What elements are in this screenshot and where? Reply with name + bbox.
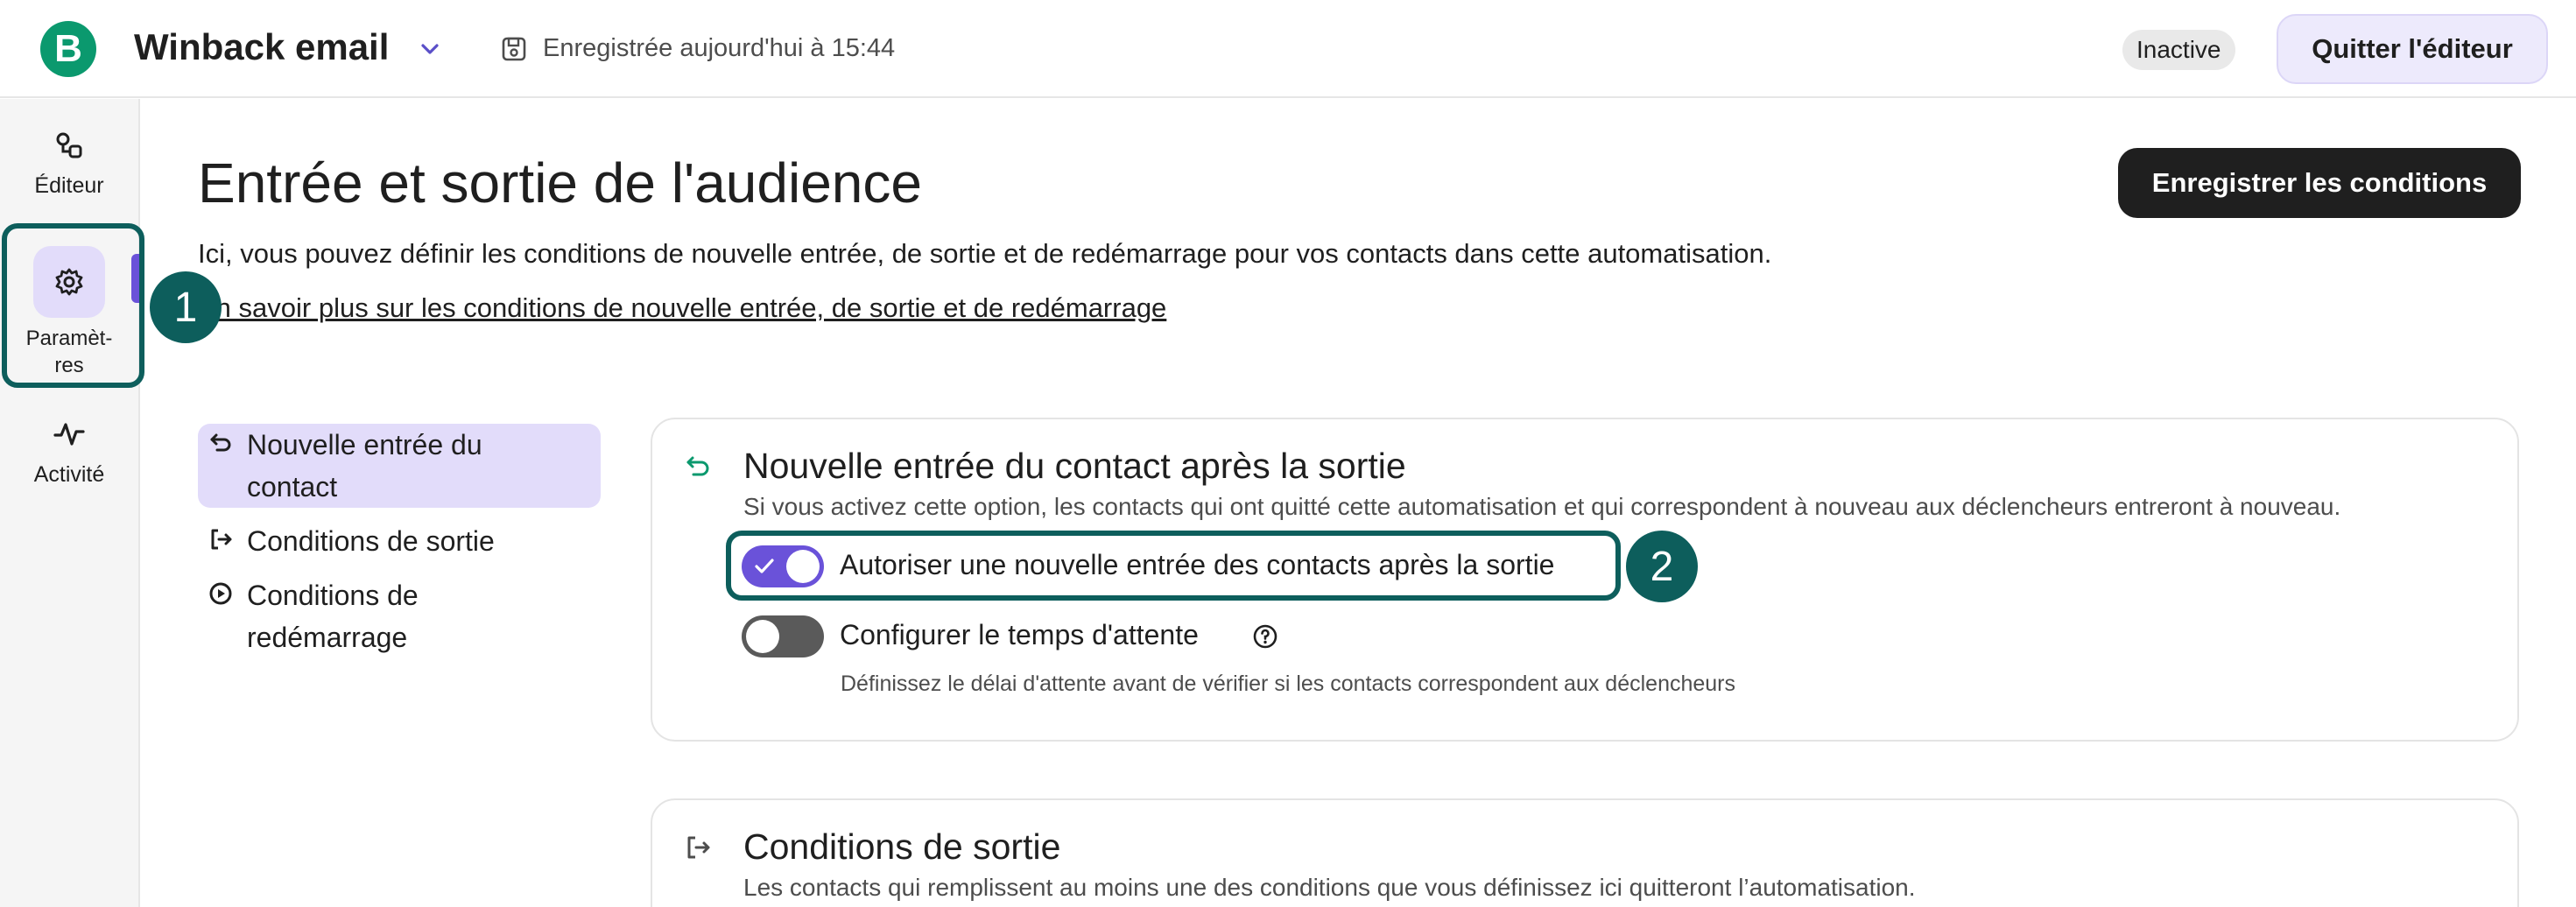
editor-workflow-icon xyxy=(56,132,82,158)
exit-icon xyxy=(211,529,232,550)
left-rail: Éditeur Paramèt- res Activité xyxy=(0,99,140,907)
page-description: Ici, vous pouvez définir les conditions … xyxy=(198,238,1772,269)
exit-card-title: Conditions de sortie xyxy=(743,826,1061,867)
save-icon xyxy=(502,37,526,61)
save-status: Enregistrée aujourd'hui à 15:44 xyxy=(543,34,896,62)
quit-editor-button[interactable]: Quitter l'éditeur xyxy=(2277,14,2548,84)
brevo-logo[interactable]: B xyxy=(40,21,96,77)
subnav-item-exit[interactable]: Conditions de sortie xyxy=(198,520,601,562)
wait-time-hint: Définissez le délai d'attente avant de v… xyxy=(841,671,1736,696)
annotation-marker-1: 1 xyxy=(150,271,222,343)
activity-pulse-icon xyxy=(53,423,85,446)
wait-time-toggle[interactable] xyxy=(742,615,824,657)
top-bar: B Winback email Enregistrée aujourd'hui … xyxy=(0,0,2576,98)
rail-item-editor[interactable]: Éditeur xyxy=(0,130,138,200)
rail-label-activity: Activité xyxy=(33,462,105,487)
toggle-knob xyxy=(746,620,779,653)
automation-title[interactable]: Winback email xyxy=(134,26,389,68)
page-title: Entrée et sortie de l'audience xyxy=(198,151,922,214)
exit-card-description: Les contacts qui remplissent au moins un… xyxy=(743,874,1916,901)
undo-arrow-green-icon xyxy=(686,456,709,476)
subnav-label-restart: Conditions de redémarrage xyxy=(247,580,419,653)
help-icon[interactable] xyxy=(1251,622,1279,650)
rail-item-activity[interactable]: Activité xyxy=(0,418,138,489)
subnav-item-restart[interactable]: Conditions de redémarrage xyxy=(198,574,601,658)
logo-letter: B xyxy=(54,27,82,70)
reentry-card-description: Si vous activez cette option, les contac… xyxy=(743,493,2341,520)
subnav-label-reentry: Nouvelle entrée du contact xyxy=(247,429,482,503)
wait-time-label: Configurer le temps d'attente xyxy=(840,619,1199,650)
learn-more-link[interactable]: En savoir plus sur les conditions de nou… xyxy=(198,292,1166,324)
play-circle-icon xyxy=(209,582,232,605)
exit-conditions-card: Conditions de sortie Les contacts qui re… xyxy=(651,798,2519,907)
status-badge: Inactive xyxy=(2122,30,2235,70)
rail-label-editor: Éditeur xyxy=(34,173,104,198)
subnav-label-exit: Conditions de sortie xyxy=(247,525,495,557)
annotation-marker-2: 2 xyxy=(1626,531,1698,602)
save-conditions-button[interactable]: Enregistrer les conditions xyxy=(2118,148,2521,218)
subnav-item-reentry[interactable]: Nouvelle entrée du contact xyxy=(198,424,601,508)
annotation-box-1 xyxy=(2,223,144,388)
annotation-box-2 xyxy=(726,531,1621,601)
undo-arrow-icon xyxy=(210,433,231,452)
chevron-down-icon[interactable] xyxy=(416,35,444,63)
conditions-subnav: Nouvelle entrée du contact Conditions de… xyxy=(198,424,601,671)
exit-icon xyxy=(687,836,710,859)
reentry-card-title: Nouvelle entrée du contact après la sort… xyxy=(743,446,1406,486)
